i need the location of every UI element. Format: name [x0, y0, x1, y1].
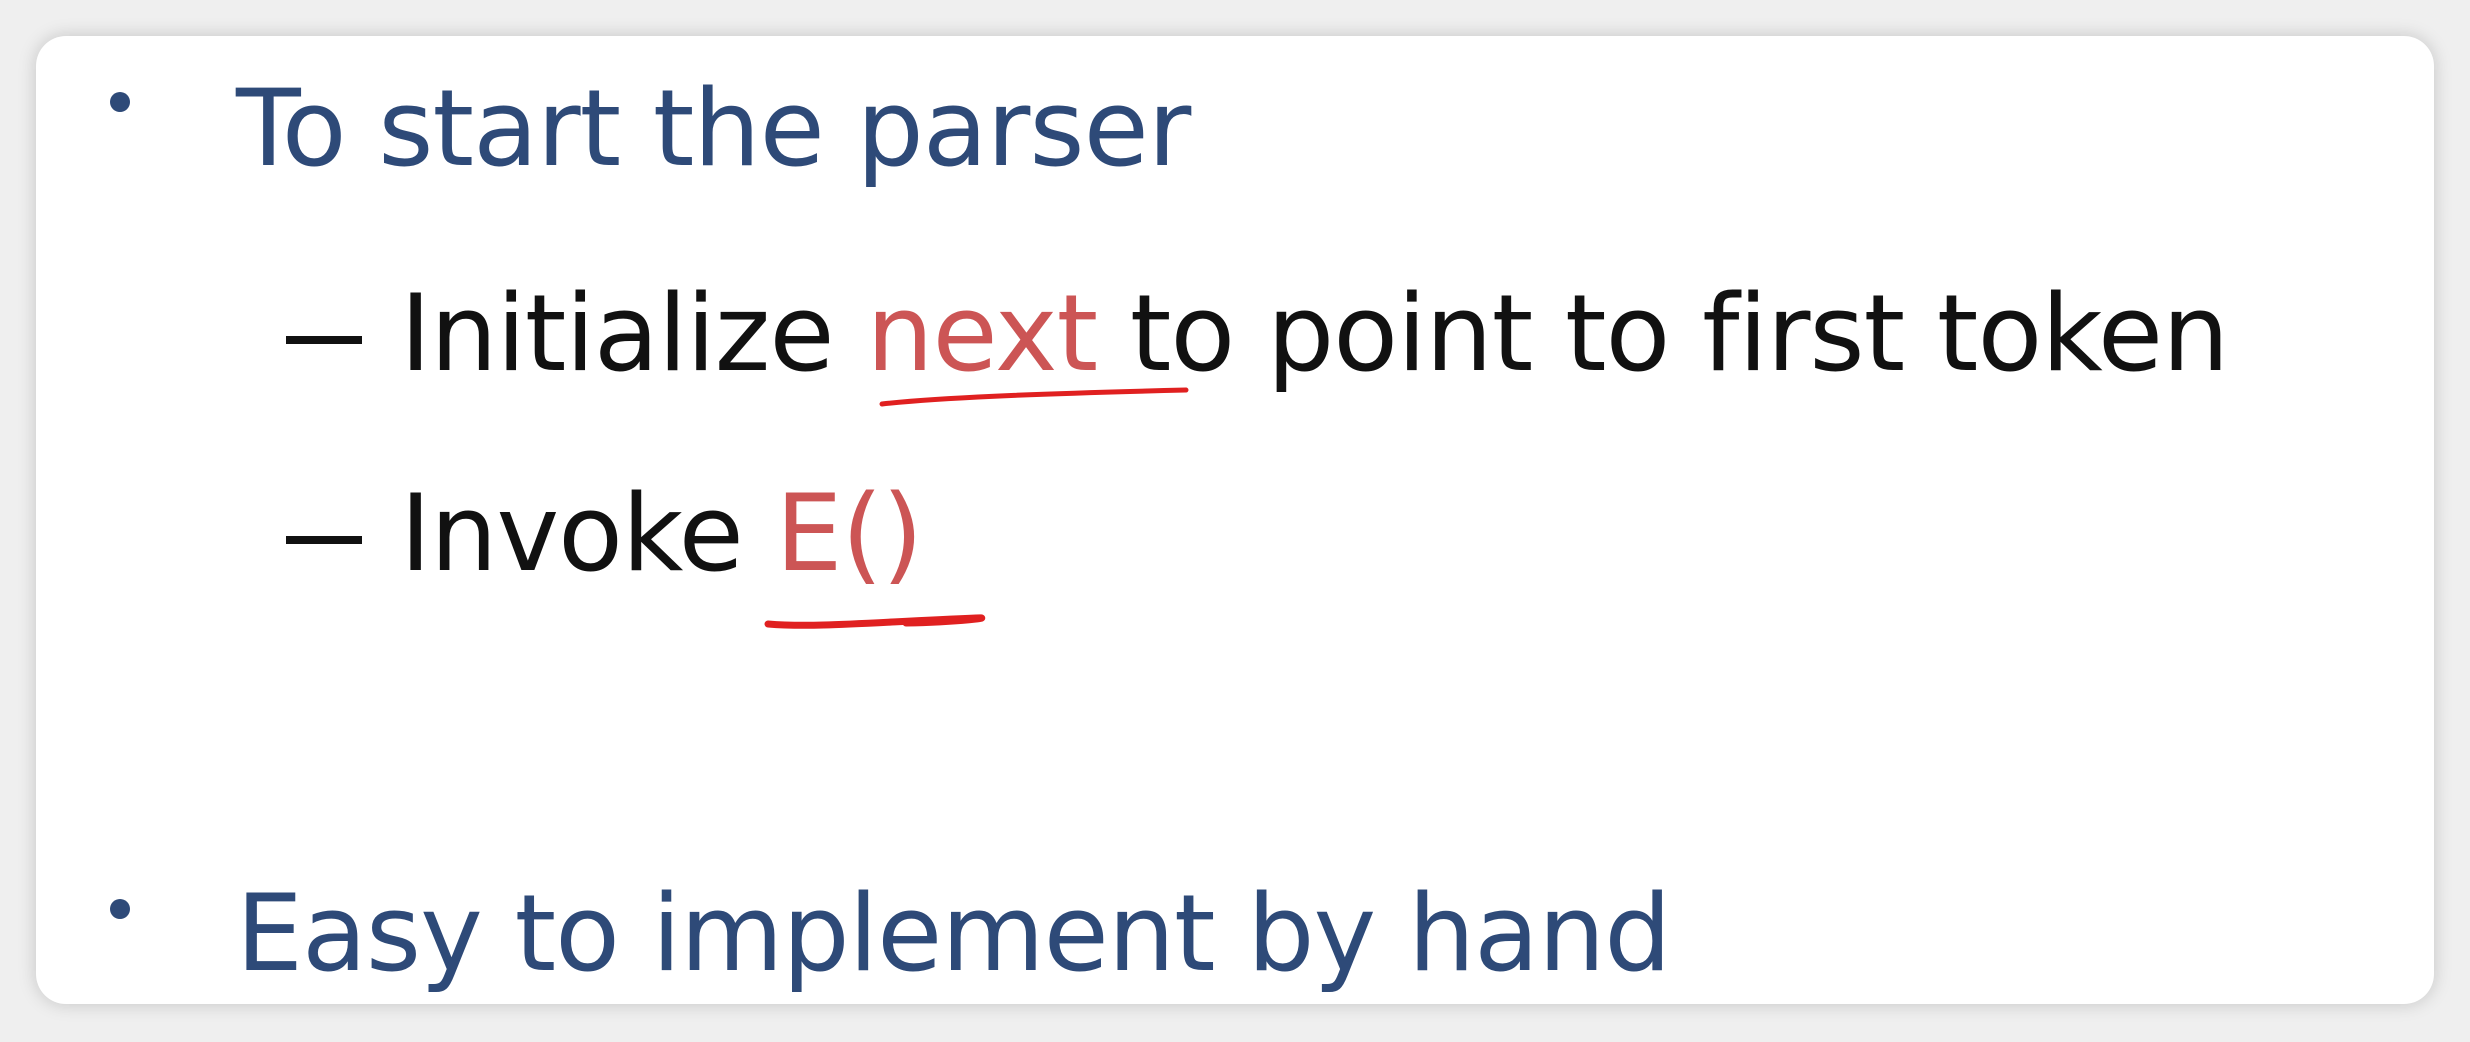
sub-item-1-suffix: to point to first token	[1097, 272, 2230, 395]
sub-item-2: Invoke E()	[400, 481, 923, 587]
sub-item-1: Initialize next to point to first token	[400, 281, 2229, 387]
sub-item-2-highlight: E()	[775, 472, 924, 595]
bullet-dot	[110, 899, 130, 919]
slide-frame: To start the parser Initialize next to p…	[36, 36, 2434, 1004]
bullet-2-text: Easy to implement by hand	[236, 872, 1672, 995]
sub-item-dash	[286, 536, 362, 544]
bullet-dot	[110, 92, 130, 112]
sub-item-dash	[286, 336, 362, 344]
annotation-underline-e	[764, 614, 986, 629]
sub-item-2-prefix: Invoke	[400, 472, 776, 595]
sub-item-1-highlight: next	[866, 272, 1098, 395]
sub-item-1-prefix: Initialize	[400, 272, 867, 395]
bullet-1-text: To start the parser	[236, 67, 1191, 190]
